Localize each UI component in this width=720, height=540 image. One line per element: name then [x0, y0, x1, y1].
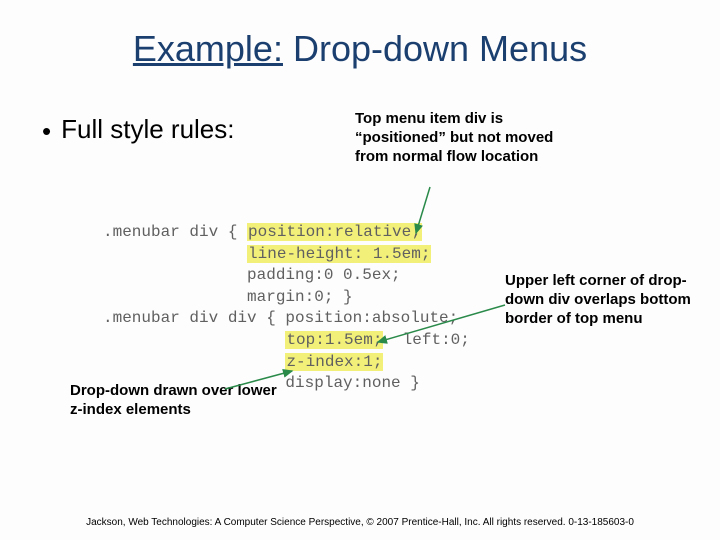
- code-l6c: left:0;: [383, 331, 469, 349]
- annotation-right: Upper left corner of drop-down div overl…: [505, 272, 710, 328]
- code-l6-highlight: top:1.5em;: [285, 331, 383, 349]
- title-rest: Drop-down Menus: [283, 28, 587, 69]
- code-l2-highlight: line-height: 1.5em;: [247, 245, 431, 263]
- code-l5: .menubar div div { position:absolute;: [103, 309, 458, 327]
- bullet-dot-icon: •: [42, 118, 51, 144]
- title-underlined: Example:: [133, 28, 283, 69]
- code-l4: margin:0; }: [103, 288, 353, 306]
- code-l1-highlight: position:relative;: [247, 223, 422, 241]
- slide-title: Example: Drop-down Menus: [0, 28, 720, 70]
- annotation-left: Drop-down drawn over lower z-index eleme…: [70, 382, 280, 420]
- slide-footer: Jackson, Web Technologies: A Computer Sc…: [0, 517, 720, 528]
- code-l2a: [103, 245, 247, 263]
- code-l7-highlight: z-index:1;: [285, 353, 383, 371]
- code-l6a: [103, 331, 285, 349]
- code-l1a: .menubar div {: [103, 223, 247, 241]
- bullet-text: Full style rules:: [61, 114, 234, 145]
- bullet-row: • Full style rules:: [42, 114, 235, 145]
- code-l3: padding:0 0.5ex;: [103, 266, 401, 284]
- css-code-block: .menubar div { position:relative; line-h…: [103, 222, 470, 395]
- annotation-top: Top menu item div is “positioned” but no…: [355, 110, 555, 166]
- code-l7a: [103, 353, 285, 371]
